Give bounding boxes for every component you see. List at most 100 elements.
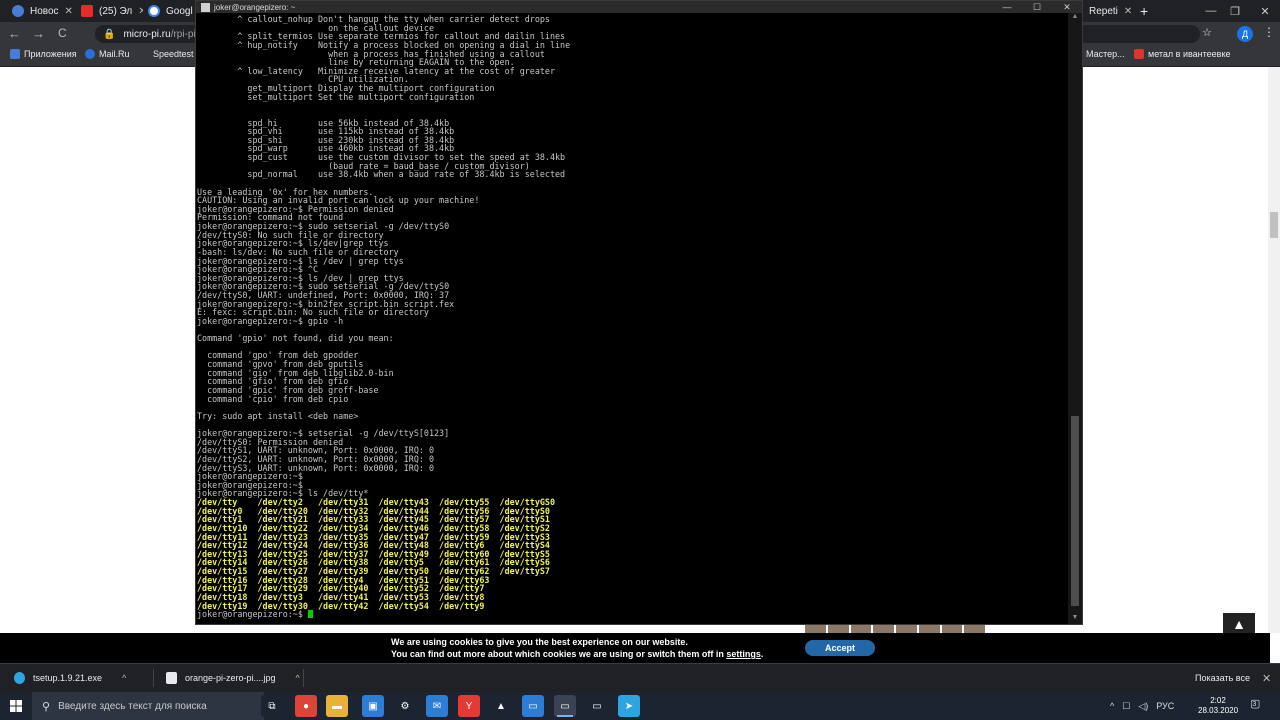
page-scrollbar-thumb[interactable]	[1270, 212, 1278, 238]
taskbar-app-remote-desktop-icon[interactable]: ▭	[522, 695, 544, 717]
browser-tab-1[interactable]: Новос ✕	[6, 0, 72, 22]
tab-title: Новос	[30, 5, 59, 17]
chevron-up-icon[interactable]: ^	[122, 673, 126, 683]
address-host: micro-pi.ru	[123, 28, 171, 40]
bookmark-mailru[interactable]: Mail.Ru	[85, 49, 130, 59]
browser-tab-right[interactable]: Repeti ✕	[1086, 0, 1137, 22]
close-tab-icon[interactable]: ✕	[65, 6, 72, 17]
menu-kebab-icon[interactable]: ⋮	[1263, 25, 1275, 39]
tab-title: Repeti	[1089, 5, 1118, 17]
putty-icon	[201, 2, 210, 12]
taskbar-app-yandex-icon[interactable]: Y	[458, 695, 480, 717]
new-tab-button[interactable]: +	[1140, 0, 1154, 22]
terminal-window[interactable]: joker@orangepizero: ~ — ☐ ✕ ^ callout_no…	[195, 0, 1083, 625]
search-placeholder: Введите здесь текст для поиска	[58, 700, 207, 712]
taskbar-app-telegram-icon[interactable]: ➤	[618, 695, 640, 717]
bookmark-label: Приложения	[24, 49, 77, 59]
google-favicon-icon	[148, 5, 160, 17]
cookie-text-line1: We are using cookies to give you the bes…	[391, 637, 688, 647]
lock-icon: 🔒	[103, 28, 116, 40]
bookmark-label: Mail.Ru	[99, 49, 130, 59]
taskbar-app-settings-icon[interactable]: ⚙	[394, 695, 416, 717]
close-downloads-icon[interactable]: ✕	[1262, 664, 1271, 692]
taskbar-app-explorer-icon[interactable]: ▬	[326, 695, 348, 717]
bookmark-metal[interactable]: метал в ивантеевке	[1134, 49, 1231, 59]
taskbar-clock[interactable]: 2:02 28.03.2020	[1198, 696, 1238, 716]
show-all-downloads-button[interactable]: Показать все	[1195, 664, 1250, 692]
download-item-1[interactable]: tsetup.1.9.21.exe ^	[14, 664, 126, 692]
bookmark-label: метал в ивантеевке	[1148, 49, 1231, 59]
accept-cookies-button[interactable]: Accept	[805, 640, 875, 656]
tray-chevron-icon[interactable]: ^	[1110, 701, 1114, 711]
terminal-output[interactable]: ^ callout_nohup Don't hangup the tty whe…	[197, 15, 1065, 624]
volume-icon[interactable]: ◁)	[1138, 701, 1148, 712]
cookie-text: .	[760, 649, 764, 659]
cookie-text-line2: You can find out more about which cookie…	[391, 649, 763, 659]
network-icon[interactable]: ☐	[1122, 701, 1130, 712]
telegram-file-icon	[14, 672, 25, 684]
bookmark-apps[interactable]: Приложения	[10, 49, 77, 59]
terminal-line: Try: sudo apt install <deb name>	[197, 410, 359, 421]
windows-taskbar: ⚲ Введите здесь текст для поиска ^ ☐ ◁) …	[0, 692, 1280, 720]
clock-time: 2:02	[1210, 696, 1226, 705]
taskbar-app-store-icon[interactable]: ▣	[362, 695, 384, 717]
system-tray: ^ ☐ ◁) РУС	[1110, 692, 1182, 720]
cookie-settings-link[interactable]: settings	[726, 649, 761, 659]
bookmark-label: Мастер...	[1086, 49, 1125, 59]
notifications-icon[interactable]: ▢3	[1250, 697, 1264, 710]
cookie-text: You can find out more about which cookie…	[391, 649, 727, 659]
taskbar-app-task-view-icon[interactable]: ⧉	[261, 695, 283, 717]
taskbar-search-box[interactable]: ⚲ Введите здесь текст для поиска	[32, 692, 264, 720]
taskbar-app-putty-2-icon[interactable]: ▭	[586, 695, 608, 717]
scroll-down-icon[interactable]: ▼	[1068, 614, 1082, 624]
terminal-line: command 'cpio' from deb cpio	[207, 393, 349, 404]
taskbar-app-photos-icon[interactable]: ▲	[490, 695, 512, 717]
close-tab-icon[interactable]: ✕	[1124, 6, 1132, 17]
page-scrollbar[interactable]	[1268, 67, 1280, 633]
terminal-text: ^ callout_nohup Don't hangup the tty whe…	[197, 15, 1065, 619]
terminal-line: spd_normal use 38.4kb when a baud rate o…	[247, 169, 566, 180]
browser-tab-2[interactable]: (25) Эл ✕	[75, 0, 143, 22]
forward-icon[interactable]: →	[32, 26, 45, 41]
taskbar-app-mail-icon[interactable]: ✉	[426, 695, 448, 717]
download-filename: tsetup.1.9.21.exe	[33, 673, 103, 683]
tab-title: Googl	[166, 5, 193, 17]
mailru-icon	[85, 49, 95, 59]
search-icon: ⚲	[42, 700, 51, 713]
windows-start-button[interactable]	[0, 692, 32, 720]
scroll-to-top-button[interactable]: ▲	[1223, 613, 1255, 635]
clock-date: 28.03.2020	[1198, 706, 1239, 715]
terminal-titlebar[interactable]: joker@orangepizero: ~ — ☐ ✕	[196, 1, 1082, 13]
terminal-scrollbar[interactable]: ▲ ▼	[1068, 13, 1082, 624]
download-filename: orange-pi-zero-pi....jpg	[185, 673, 276, 683]
terminal-prompt: joker@orangepizero:~$	[197, 609, 308, 620]
windows-logo-icon	[10, 700, 22, 712]
browser-close-icon[interactable]: ✕	[1242, 0, 1280, 22]
terminal-title: joker@orangepizero: ~	[214, 2, 296, 12]
bookmark-star-icon[interactable]: ☆	[1202, 26, 1212, 39]
bookmark-master[interactable]: Мастер...	[1086, 49, 1125, 59]
profile-avatar[interactable]: Д	[1237, 26, 1253, 42]
chevron-up-icon[interactable]: ^	[296, 673, 300, 683]
terminal-maximize-icon[interactable]: ☐	[1022, 1, 1052, 13]
apps-grid-icon	[10, 49, 20, 59]
terminal-close-icon[interactable]: ✕	[1052, 1, 1082, 13]
taskbar-app-putty-active-icon[interactable]: ▭	[554, 695, 576, 717]
download-item-2[interactable]: orange-pi-zero-pi....jpg ^	[166, 664, 300, 692]
scroll-up-icon[interactable]: ▲	[1068, 13, 1082, 23]
bookmark-label: Speedtest	[153, 49, 194, 59]
terminal-minimize-icon[interactable]: —	[992, 1, 1022, 13]
tab-title: (25) Эл	[99, 5, 133, 17]
youtube-favicon-icon	[81, 5, 93, 17]
back-icon[interactable]: ←	[8, 26, 21, 41]
bookmark-speedtest[interactable]: Speedtest	[153, 49, 194, 59]
browser-tab-3[interactable]: Googl	[142, 0, 203, 22]
cookie-banner: We are using cookies to give you the bes…	[0, 633, 1270, 663]
language-indicator[interactable]: РУС	[1156, 701, 1174, 711]
image-file-icon	[166, 672, 177, 684]
reload-icon[interactable]: C	[58, 26, 67, 40]
taskbar-app-chrome-icon[interactable]: ●	[295, 695, 317, 717]
page-image-strip	[805, 624, 985, 633]
terminal-cursor	[307, 610, 313, 619]
terminal-scrollbar-thumb[interactable]	[1071, 416, 1079, 606]
